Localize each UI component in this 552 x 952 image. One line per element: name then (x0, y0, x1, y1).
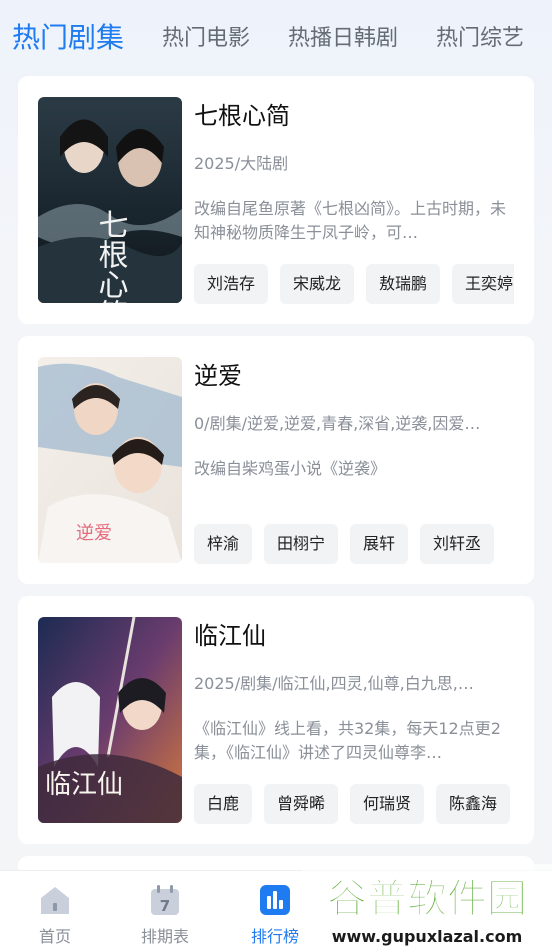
cast-tag[interactable]: 田栩宁 (264, 524, 339, 564)
nav-label-home: 首页 (38, 927, 71, 946)
watermark-url: www.gupuxlazal.com (332, 927, 523, 946)
watermark-logo: 谷普软件园 www.gupuxlazal.com (302, 864, 552, 952)
cast-tag[interactable]: 刘轩丞 (420, 524, 495, 564)
poster-image: 逆爱 (38, 357, 182, 563)
poster-image: 临江仙 (38, 617, 182, 823)
cast-tag[interactable]: 何瑞贤 (350, 784, 425, 824)
tab-hot-movies[interactable]: 热门电影 (162, 20, 250, 52)
series-description: 改编自柴鸡蛋小说《逆袭》 (194, 459, 387, 478)
nav-item-home[interactable]: 首页 (20, 883, 90, 947)
series-title[interactable]: 临江仙 (194, 616, 266, 651)
series-meta: 2025/大陆剧 (194, 154, 289, 173)
series-meta: 2025/剧集/临江仙,四灵,仙尊,白九思,… (194, 674, 474, 693)
calendar-icon: 7 (151, 885, 179, 915)
series-poster[interactable]: 逆爱 (38, 357, 182, 563)
series-poster[interactable]: 临江仙 (38, 617, 182, 823)
poster-image: 七根心简 (38, 97, 182, 303)
series-description: 《临江仙》线上看，共32集，每天12点更2集，《临江仙》讲述了四灵仙尊李… (194, 719, 501, 762)
tab-japan-korea-dramas[interactable]: 热播日韩剧 (288, 20, 398, 52)
cast-tag[interactable]: 白鹿 (194, 784, 253, 824)
cast-tag[interactable]: 展轩 (350, 524, 409, 564)
poster-title-text: 逆爱 (76, 523, 112, 544)
cast-tag[interactable]: 陈鑫海 (436, 784, 511, 824)
nav-item-schedule[interactable]: 7 排期表 (130, 883, 200, 947)
home-icon (41, 887, 69, 914)
cast-tags: 梓渝 田栩宁 展轩 刘轩丞 (194, 524, 514, 566)
bar-chart-icon (260, 885, 290, 915)
cast-tag[interactable]: 曾舜晞 (264, 784, 339, 824)
site-watermark: 谷普软件园 www.gupuxlazal.com (302, 864, 552, 952)
cast-tag[interactable]: 敖瑞鹏 (366, 264, 441, 304)
series-title[interactable]: 逆爱 (194, 356, 242, 391)
poster-title-text: 临江仙 (45, 770, 123, 800)
nav-item-ranking[interactable]: 排行榜 (240, 883, 310, 947)
series-poster[interactable]: 七根心简 (38, 97, 182, 303)
series-description: 改编自尾鱼原著《七根凶简》。上古时期，未知神秘物质降生于凤子岭，可… (194, 199, 507, 242)
cast-tag[interactable]: 宋威龙 (280, 264, 355, 304)
tab-variety-shows[interactable]: 热门综艺 (436, 20, 524, 52)
poster-title-text: 七根心简 (93, 209, 128, 303)
cast-tags: 刘浩存 宋威龙 敖瑞鹏 王奕婷 (194, 264, 514, 306)
series-title[interactable]: 七根心简 (194, 96, 290, 131)
series-card[interactable]: 临江仙 临江仙 2025/剧集/临江仙,四灵,仙尊,白九思,… 《临江仙》线上看… (18, 596, 534, 844)
cast-tags: 白鹿 曾舜晞 何瑞贤 陈鑫海 (194, 784, 514, 826)
watermark-brand: 谷普软件园 (327, 876, 527, 922)
calendar-day-text: 7 (160, 897, 170, 915)
nav-label-ranking: 排行榜 (250, 927, 299, 946)
cast-tag[interactable]: 梓渝 (194, 524, 253, 564)
series-meta: 0/剧集/逆爱,逆爱,青春,深省,逆袭,因爱… (194, 414, 481, 433)
series-card[interactable]: 七根心简 七根心简 2025/大陆剧 改编自尾鱼原著《七根凶简》。上古时期，未知… (18, 76, 534, 324)
category-tabs: 热门剧集 热门电影 热播日韩剧 热门综艺 (0, 0, 552, 72)
series-card[interactable]: 逆爱 逆爱 0/剧集/逆爱,逆爱,青春,深省,逆袭,因爱… 改编自柴鸡蛋小说《逆… (18, 336, 534, 584)
nav-label-schedule: 排期表 (140, 927, 189, 946)
tab-hot-series[interactable]: 热门剧集 (12, 16, 124, 56)
cast-tag[interactable]: 刘浩存 (194, 264, 269, 304)
cast-tag[interactable]: 王奕婷 (452, 264, 514, 304)
